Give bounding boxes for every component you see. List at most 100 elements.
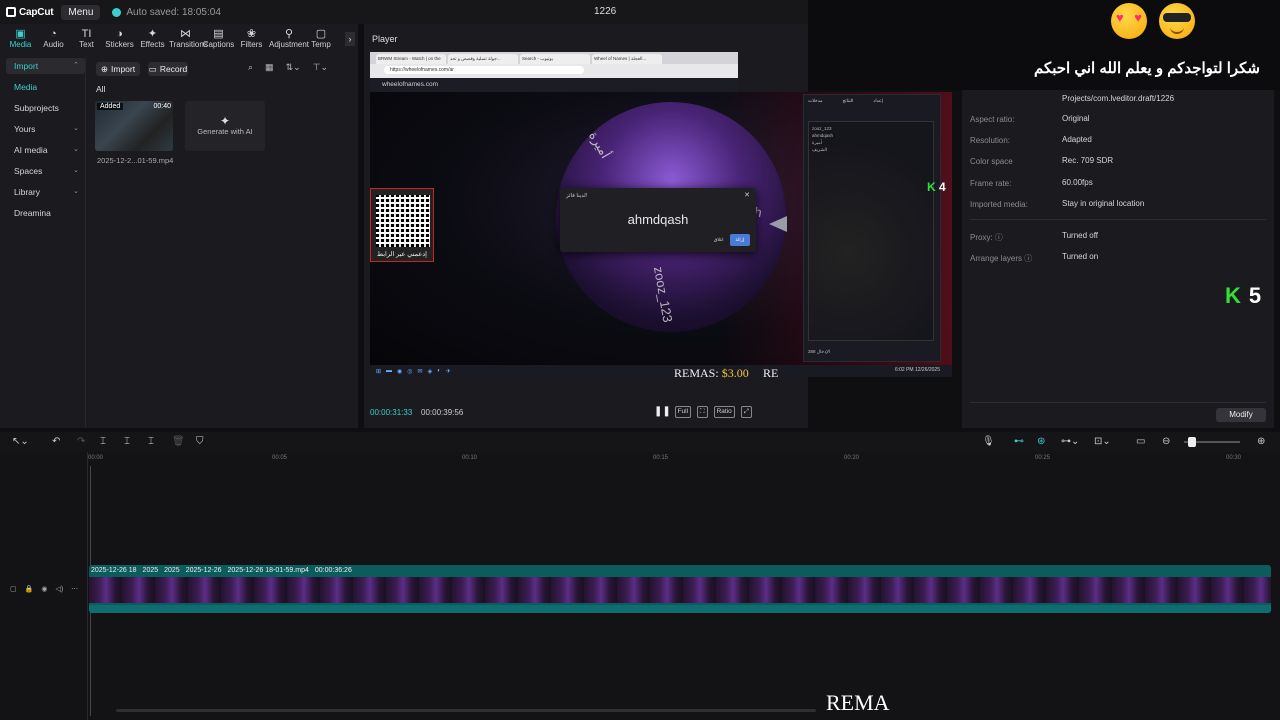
templates-icon: ▢: [315, 28, 327, 40]
ratio-button[interactable]: Ratio: [713, 406, 735, 418]
ruler-tick: 00:25: [1035, 455, 1051, 461]
timeline-scrollbar[interactable]: [116, 709, 816, 712]
sidebar-item-spaces[interactable]: Spaces ⌄: [6, 163, 85, 179]
microphone-icon[interactable]: 🎙: [982, 436, 995, 447]
player-viewport[interactable]: BRWM Stream - Watch | on the ... جولة تس…: [370, 52, 958, 408]
sidebar-item-media[interactable]: Media: [6, 79, 85, 95]
clip-label: 2025-12-26 18-01-59.mp4: [227, 567, 309, 574]
delete-icon[interactable]: 🗑: [172, 436, 185, 447]
tool-text[interactable]: TI Text: [70, 24, 103, 49]
tool-adjustment[interactable]: ⚲ Adjustment: [268, 24, 310, 49]
entries-tabs: مدخلات النتائج إعداد: [804, 95, 940, 107]
detail-label: Proxy: ⓘ: [970, 232, 1003, 243]
menu-button[interactable]: Menu: [61, 4, 101, 20]
dialog-close-button: اغلاق: [713, 237, 724, 242]
autosave-icon: [112, 7, 122, 17]
tool-filters[interactable]: ❀ Filters: [235, 24, 268, 49]
tool-effects[interactable]: ✦ Effects: [136, 24, 169, 49]
kick-counter: K 4: [927, 180, 946, 194]
tool-captions[interactable]: ▤ Captions: [202, 24, 235, 49]
record-icon: ▭: [148, 63, 157, 74]
tool-audio[interactable]: ◔ Audio: [37, 24, 70, 49]
app-icon: ◐: [437, 368, 441, 374]
link-icon[interactable]: ⊶⌄: [1061, 436, 1079, 447]
sidebar-item-import[interactable]: Import ⌃: [6, 58, 85, 74]
track-cover-icon[interactable]: ▢: [10, 585, 17, 593]
undo-icon[interactable]: ↶: [52, 436, 60, 447]
timeline: ▢ 🔒 ◉ ◁) ⋯ 00:00 00:05 00:10 00:15 00:20…: [0, 452, 1280, 720]
split-icon[interactable]: ⌶: [100, 436, 106, 447]
record-button[interactable]: ▭ Record: [148, 62, 188, 76]
donation-ticker-bottom: REMA: [826, 690, 890, 715]
video-clip-track[interactable]: 2025-12-26 18 2025 2025 2025-12-26 2025-…: [89, 565, 1271, 613]
clip-duration: 00:40: [153, 103, 171, 110]
browser-url: https://wheelofnames.com/ar: [384, 66, 584, 74]
media-tools: ⌕ ▦ ⇅⌄ ⊤⌄: [248, 62, 328, 73]
speaker-icon[interactable]: ◁): [55, 585, 63, 593]
main-track-magnet-icon[interactable]: ⊷: [1014, 436, 1024, 447]
preview-axis-icon[interactable]: ⊡⌄: [1094, 436, 1111, 447]
media-sidebar: Import ⌃ Media Subprojects Yours ⌄ AI medi…: [6, 58, 86, 428]
sidebar-item-library[interactable]: Library ⌄: [6, 184, 85, 200]
split-left-icon[interactable]: ⌶: [124, 436, 130, 447]
time-ruler[interactable]: 00:00 00:05 00:10 00:15 00:20 00:25 00:3…: [88, 452, 1280, 466]
detail-label: Frame rate:: [970, 179, 1012, 188]
detail-value: Adapted: [1062, 135, 1092, 144]
more-icon[interactable]: ⋯: [71, 585, 78, 593]
winner-name: ahmdqash: [627, 212, 689, 227]
clip-filmstrip: [89, 577, 1271, 603]
detail-label-text: Arrange layers: [970, 254, 1023, 263]
modify-button[interactable]: Modify: [1216, 408, 1266, 422]
zoom-slider-handle[interactable]: [1188, 437, 1196, 447]
title-bar: CapCut Menu Auto saved: 18:05:04 1226: [0, 0, 808, 24]
sidebar-item-dreamina[interactable]: Dreamina: [6, 205, 85, 221]
full-quality-button[interactable]: Full: [674, 406, 692, 418]
tool-templates[interactable]: ▢ Temp: [310, 24, 332, 49]
lock-icon[interactable]: 🔒: [25, 585, 34, 593]
tool-transitions[interactable]: ⋈ Transitions: [169, 24, 208, 49]
donor-name: REMAS:: [674, 366, 719, 380]
divider: [970, 402, 1266, 403]
select-tool-icon[interactable]: ↖⌄: [12, 436, 29, 447]
search-icon[interactable]: ⌕: [248, 62, 253, 73]
chevron-right-icon[interactable]: ›: [345, 32, 355, 46]
asset-toolbar: ▣ Media ◔ Audio TI Text ◑ Stickers ✦ Effects …: [0, 24, 358, 54]
grid-view-icon[interactable]: ▦: [265, 62, 274, 73]
track-controls: ▢ 🔒 ◉ ◁) ⋯: [10, 585, 78, 593]
media-clip-thumbnail[interactable]: Added 00:40: [95, 101, 173, 151]
auto-snap-icon[interactable]: ⊛: [1037, 436, 1045, 447]
eye-icon[interactable]: ◉: [41, 585, 47, 593]
project-path: Projects/com.lveditor.draft/1226: [1062, 94, 1175, 103]
caption-track-icon[interactable]: ▭: [1136, 436, 1145, 447]
pause-button[interactable]: ❚❚: [654, 406, 671, 417]
capcut-logo: CapCut: [6, 7, 54, 18]
overlay-caption: شكرا لتواجدكم و يعلم الله اني احبكم: [1033, 60, 1260, 77]
winner-heading: لدينا فائز!: [566, 193, 588, 199]
sidebar-item-yours[interactable]: Yours ⌄: [6, 121, 85, 137]
generate-with-ai-button[interactable]: ✦ Generate with AI: [185, 101, 265, 151]
detail-label: Imported media:: [970, 200, 1028, 209]
import-button[interactable]: ⊕ Import: [96, 62, 140, 76]
redo-icon[interactable]: ↷: [77, 436, 85, 447]
crop-icon[interactable]: ⛶: [697, 406, 708, 418]
chevron-down-icon: ⌄: [73, 188, 79, 195]
chevron-down-icon: ⌄: [73, 167, 79, 174]
tool-stickers[interactable]: ◑ Stickers: [103, 24, 136, 49]
clip-label: 2025: [164, 567, 180, 574]
sidebar-item-ai-media[interactable]: AI media ⌄: [6, 142, 85, 158]
donation-ticker: REMAS: $3.00: [674, 366, 749, 381]
detail-label: Aspect ratio:: [970, 115, 1015, 124]
sunglasses-emoji-icon: [1159, 3, 1195, 39]
zoom-in-icon[interactable]: ⊕: [1257, 436, 1265, 447]
tool-media[interactable]: ▣ Media: [4, 24, 37, 49]
detail-value: Turned off: [1062, 231, 1099, 240]
winner-actions: اغلاق إزالة: [714, 234, 750, 246]
sidebar-item-subprojects[interactable]: Subprojects: [6, 100, 85, 116]
marker-icon[interactable]: ⛉: [196, 436, 204, 447]
filter-icon[interactable]: ⊤⌄: [313, 62, 328, 73]
fullscreen-icon[interactable]: ⤢: [740, 406, 752, 418]
zoom-out-icon[interactable]: ⊖: [1162, 436, 1170, 447]
sort-icon[interactable]: ⇅⌄: [286, 62, 301, 73]
split-right-icon[interactable]: ⌶: [148, 436, 154, 447]
player-controls: 00:00:31:33 00:00:39:56 ❚❚ Full ⛶ Ratio …: [364, 404, 808, 424]
